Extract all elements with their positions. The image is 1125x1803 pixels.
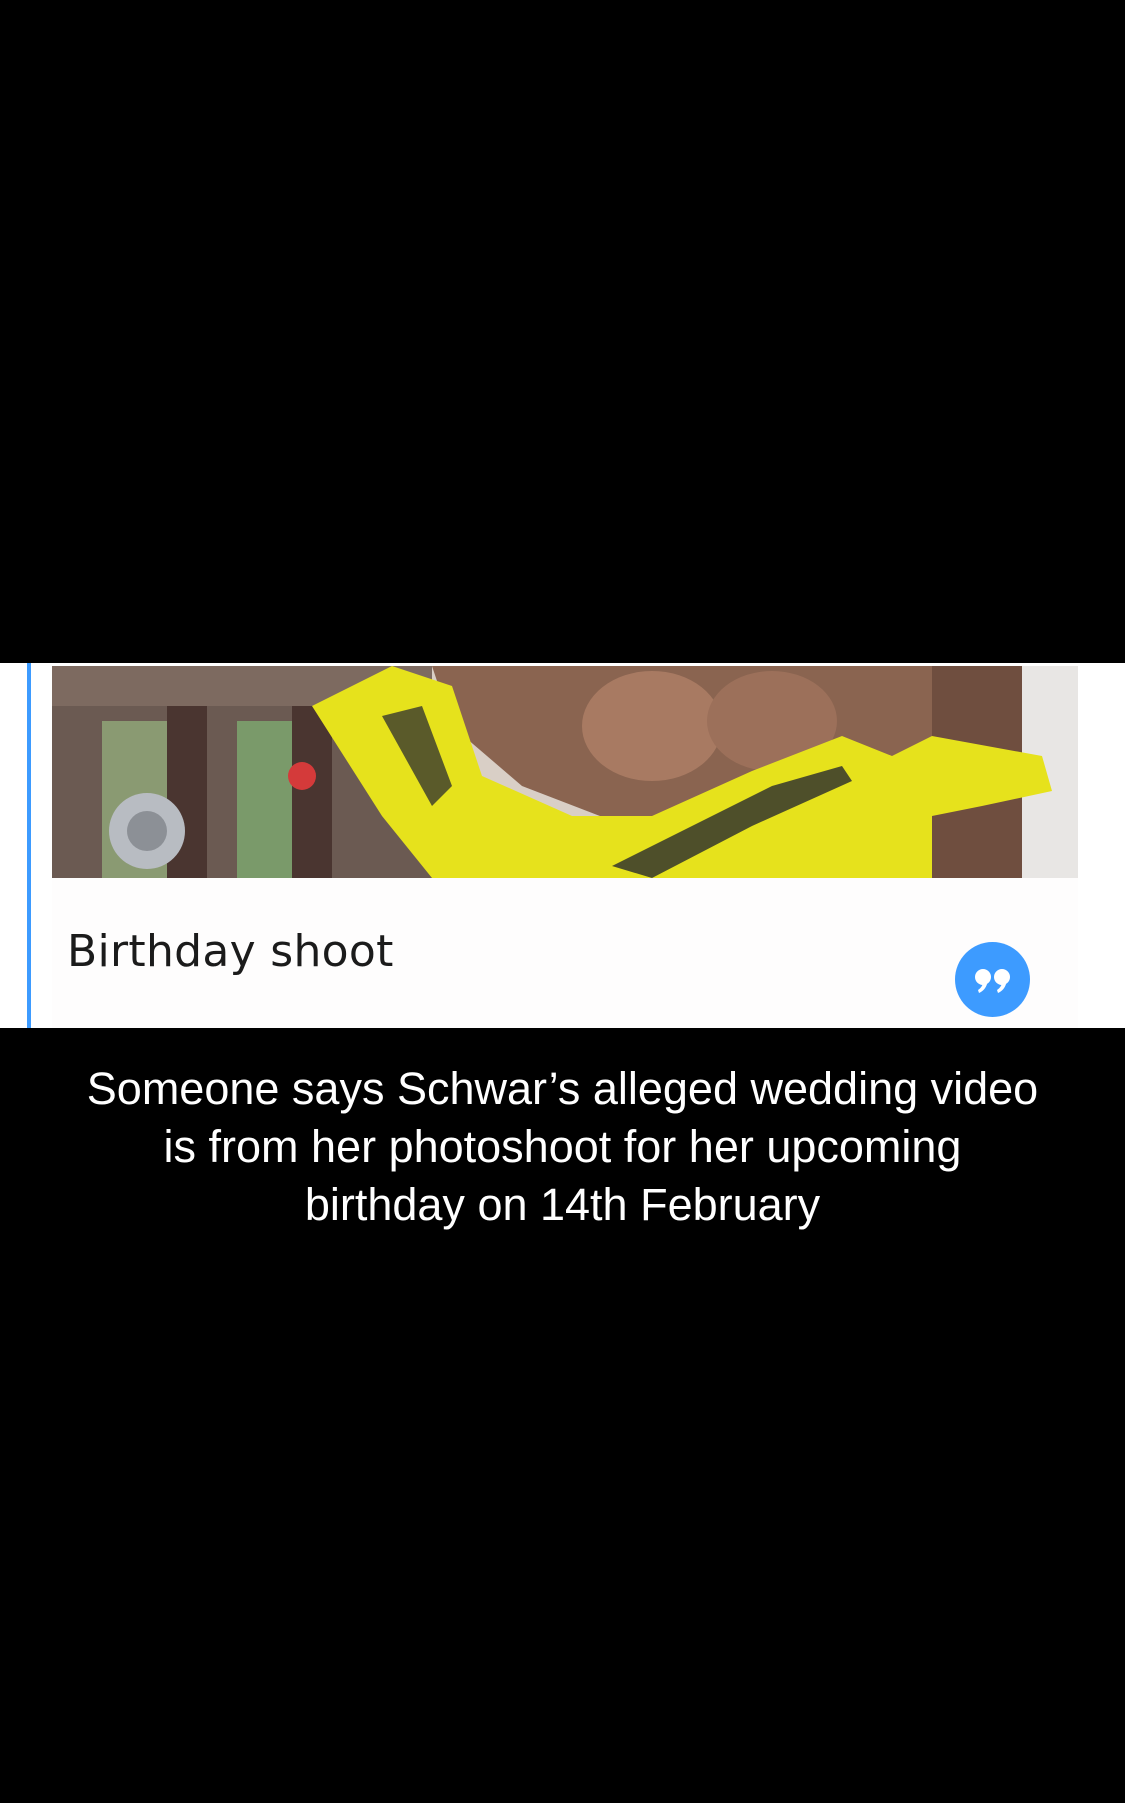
story-label-bar: Birthday shoot	[52, 878, 1078, 1028]
caption-line-1: Someone says Schwar’s alleged wedding vi…	[86, 1063, 1039, 1114]
story-reply-card[interactable]: Birthday shoot	[0, 663, 1125, 1028]
story-title: Birthday shoot	[67, 926, 394, 977]
quote-reply-button[interactable]	[955, 942, 1030, 1017]
caption-line-3: birthday on 14th February	[304, 1179, 821, 1230]
reply-accent-bar	[27, 663, 31, 1028]
caption-line-2: is from her photoshoot for her upcoming	[163, 1121, 962, 1172]
screen: Birthday shoot Someone says Schwar’s all…	[0, 0, 1125, 1803]
caption-text: Someone says Schwar’s alleged wedding vi…	[30, 1060, 1095, 1234]
quote-icon	[974, 968, 1010, 993]
